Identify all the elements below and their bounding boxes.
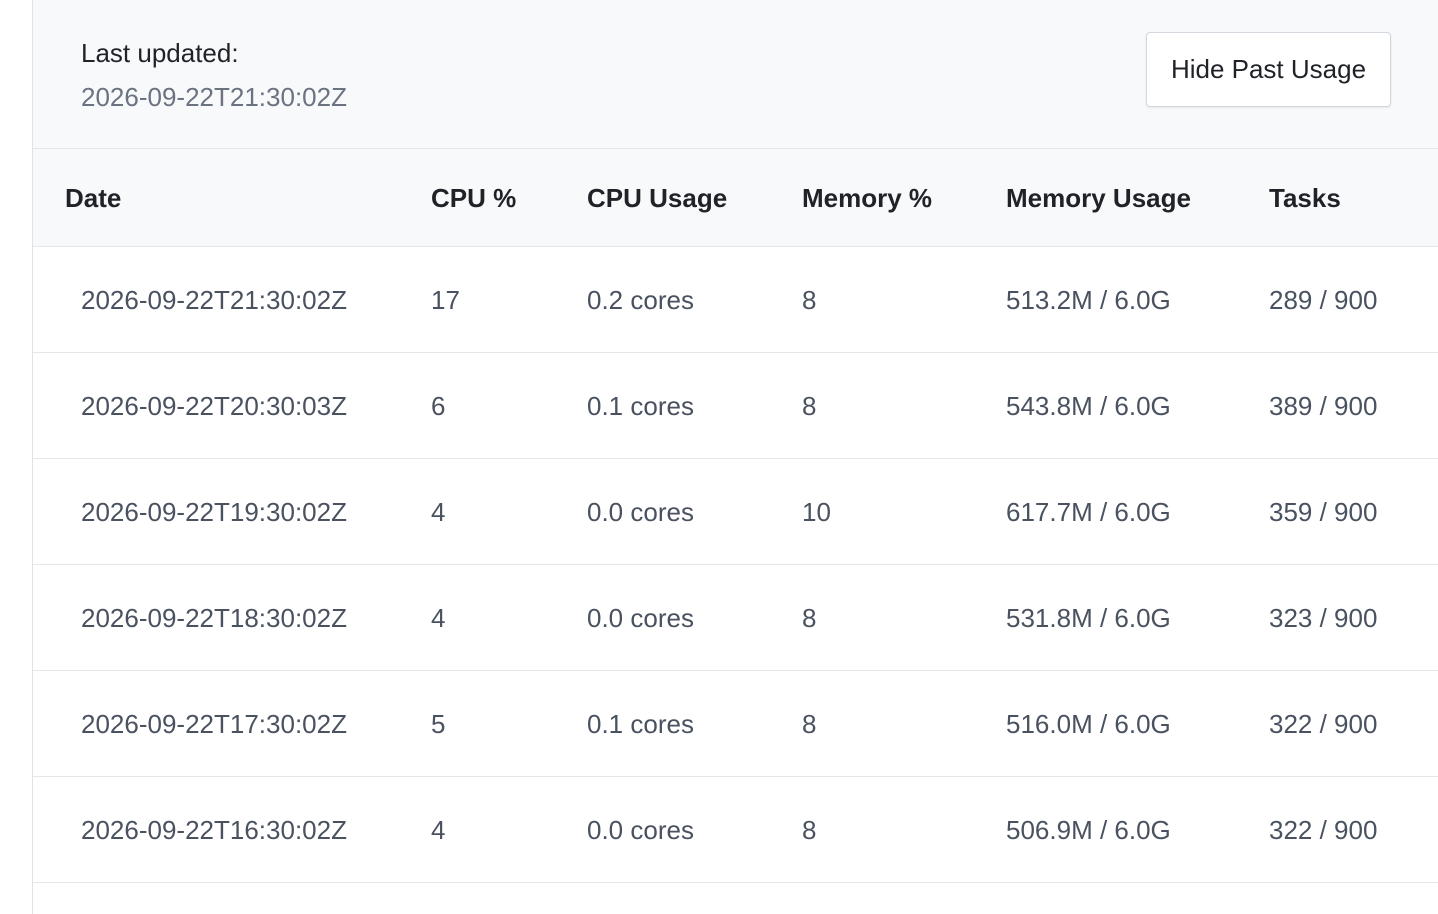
cell-cpu-usage: 0.0 cores [587,603,694,633]
cell-tasks: 322 / 900 [1269,709,1378,739]
cell-memory-percent: 8 [802,815,817,845]
table-header: Date CPU % CPU Usage Memory % Memory Usa… [33,149,1438,247]
cell-tasks: 323 / 900 [1269,603,1378,633]
cell-cpu-usage: 0.2 cores [587,285,694,315]
cell-tasks: 359 / 900 [1269,497,1378,527]
cell-memory-usage: 617.7M / 6.0G [1006,497,1171,527]
table-row: 2026-09-22T16:30:02Z 4 0.0 cores 8 506.9… [33,777,1438,883]
cell-cpu-percent: 6 [431,391,446,421]
cell-memory-percent: 8 [802,285,817,315]
column-header-date[interactable]: Date [65,149,121,247]
cell-tasks: 389 / 900 [1269,391,1378,421]
cell-cpu-percent: 4 [431,497,446,527]
cell-memory-percent: 10 [802,497,831,527]
cell-date: 2026-09-22T17:30:02Z [81,709,347,739]
cell-memory-percent: 8 [802,391,817,421]
cell-date: 2026-09-22T20:30:03Z [81,391,347,421]
cell-memory-usage: 543.8M / 6.0G [1006,391,1171,421]
cell-memory-usage: 516.0M / 6.0G [1006,709,1171,739]
cell-date: 2026-09-22T19:30:02Z [81,497,347,527]
cell-date: 2026-09-22T16:30:02Z [81,815,347,845]
cell-tasks: 289 / 900 [1269,285,1378,315]
cell-memory-percent: 8 [802,709,817,739]
cell-cpu-usage: 0.1 cores [587,709,694,739]
hide-past-usage-button[interactable]: Hide Past Usage [1146,32,1391,107]
table-row: 2026-09-22T17:30:02Z 5 0.1 cores 8 516.0… [33,671,1438,777]
cell-cpu-percent: 4 [431,815,446,845]
column-header-cpu-percent[interactable]: CPU % [431,149,516,247]
column-header-tasks[interactable]: Tasks [1269,149,1341,247]
cell-memory-usage: 506.9M / 6.0G [1006,815,1171,845]
cell-tasks: 322 / 900 [1269,815,1378,845]
table-row: 2026-09-22T21:30:02Z 17 0.2 cores 8 513.… [33,247,1438,353]
usage-panel: Last updated: 2026-09-22T21:30:02Z Hide … [32,0,1438,914]
last-updated-value: 2026-09-22T21:30:02Z [81,82,347,112]
last-updated-label: Last updated: [81,38,239,68]
usage-header: Last updated: 2026-09-22T21:30:02Z Hide … [33,0,1438,149]
cell-date: 2026-09-22T18:30:02Z [81,603,347,633]
cell-cpu-usage: 0.1 cores [587,391,694,421]
column-header-memory-usage[interactable]: Memory Usage [1006,149,1191,247]
cell-cpu-usage: 0.0 cores [587,815,694,845]
cell-date: 2026-09-22T21:30:02Z [81,285,347,315]
column-header-cpu-usage[interactable]: CPU Usage [587,149,727,247]
table-row: 2026-09-22T18:30:02Z 4 0.0 cores 8 531.8… [33,565,1438,671]
usage-table: Date CPU % CPU Usage Memory % Memory Usa… [33,149,1438,883]
table-row: 2026-09-22T20:30:03Z 6 0.1 cores 8 543.8… [33,353,1438,459]
table-row: 2026-09-22T19:30:02Z 4 0.0 cores 10 617.… [33,459,1438,565]
cell-memory-percent: 8 [802,603,817,633]
cell-cpu-percent: 4 [431,603,446,633]
cell-cpu-percent: 17 [431,285,460,315]
column-header-memory-percent[interactable]: Memory % [802,149,932,247]
cell-memory-usage: 513.2M / 6.0G [1006,285,1171,315]
cell-cpu-usage: 0.0 cores [587,497,694,527]
cell-memory-usage: 531.8M / 6.0G [1006,603,1171,633]
cell-cpu-percent: 5 [431,709,446,739]
